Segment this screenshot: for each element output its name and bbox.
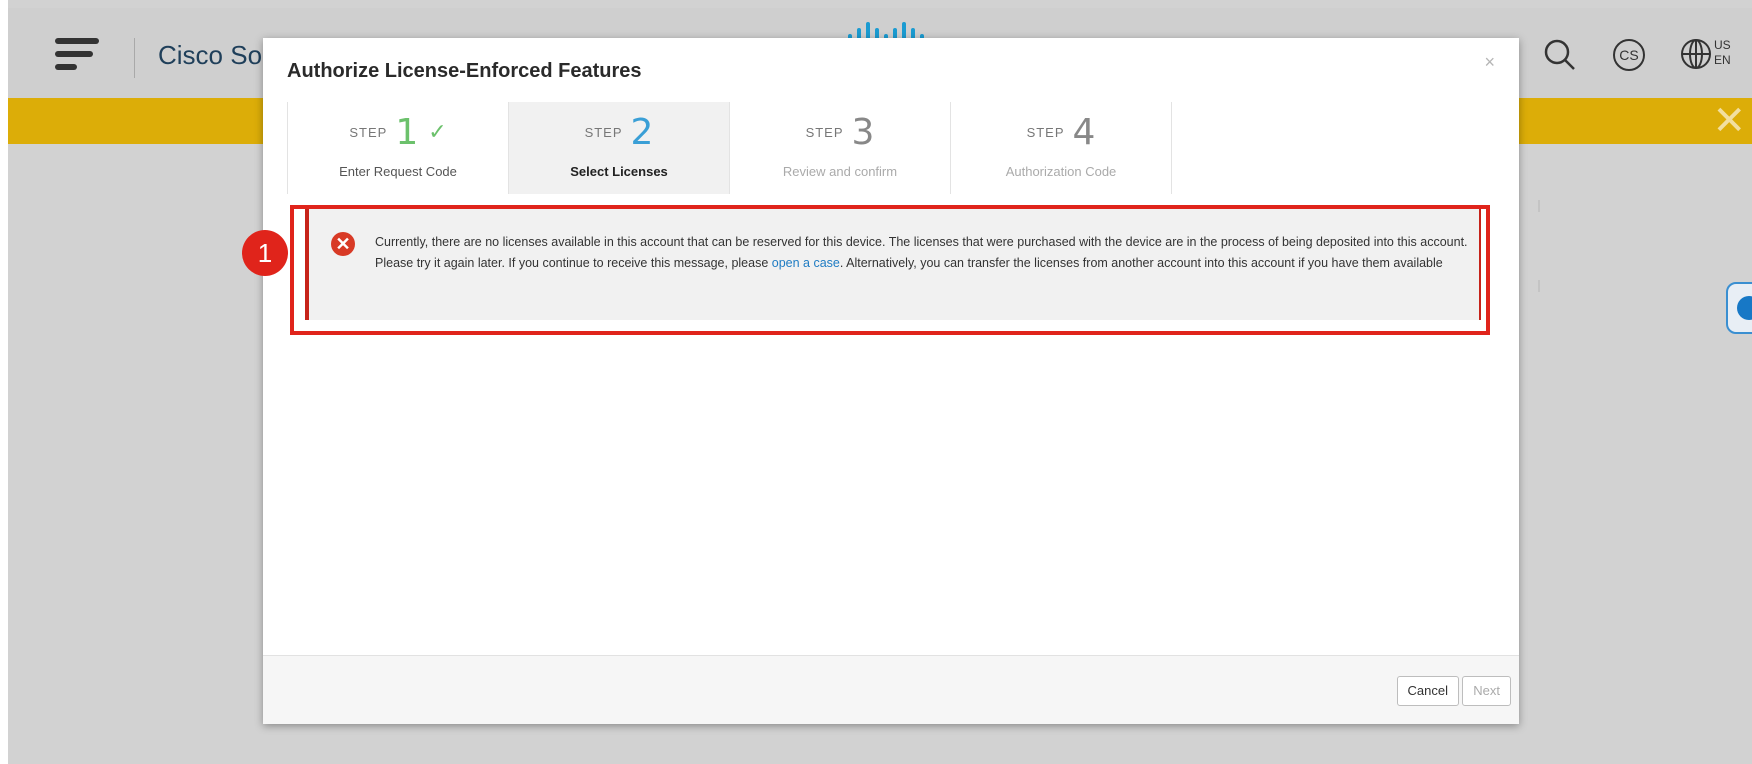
- step-3: STEP 3 Review and confirm: [730, 102, 951, 194]
- annotation-highlight-box: [290, 205, 1490, 335]
- chat-icon: [1737, 296, 1752, 320]
- step-number: 4: [1072, 111, 1096, 153]
- step-word: STEP: [1026, 124, 1065, 140]
- step-word: STEP: [805, 124, 844, 140]
- cancel-button[interactable]: Cancel: [1396, 676, 1459, 706]
- step-number: 1: [395, 111, 419, 153]
- step-number: 3: [851, 111, 875, 153]
- background-mark: [1538, 200, 1540, 212]
- step-word: STEP: [349, 124, 388, 140]
- step-1[interactable]: STEP 1 ✓ Enter Request Code: [287, 102, 509, 194]
- banner-close-icon[interactable]: ✕: [1712, 101, 1746, 141]
- step-2[interactable]: STEP 2 Select Licenses: [509, 102, 730, 194]
- chat-widget-button[interactable]: [1726, 282, 1752, 334]
- locale-country: US: [1714, 38, 1731, 52]
- user-avatar[interactable]: CS: [1612, 38, 1646, 72]
- wizard-steps: STEP 1 ✓ Enter Request Code STEP 2 Selec…: [287, 102, 1172, 194]
- locale-language: EN: [1714, 53, 1731, 67]
- search-icon[interactable]: [1543, 38, 1577, 72]
- brand-title: Cisco So: [158, 40, 263, 70]
- next-button[interactable]: Next: [1462, 676, 1511, 706]
- language-selector[interactable]: US EN: [1680, 38, 1740, 72]
- step-word: STEP: [584, 124, 623, 140]
- step-label: Select Licenses: [570, 164, 668, 179]
- step-number: 2: [630, 111, 654, 153]
- checkmark-icon: ✓: [428, 119, 447, 144]
- dialog-footer: Cancel Next: [263, 655, 1519, 724]
- step-label: Enter Request Code: [339, 164, 457, 179]
- dialog-title: Authorize License-Enforced Features: [287, 60, 642, 82]
- step-4: STEP 4 Authorization Code: [951, 102, 1172, 194]
- annotation-number-badge: 1: [242, 230, 288, 276]
- close-icon[interactable]: ×: [1484, 52, 1495, 73]
- header-divider: [134, 38, 135, 78]
- authorize-dialog: Authorize License-Enforced Features × ST…: [263, 38, 1519, 724]
- step-label: Authorization Code: [1005, 164, 1117, 179]
- step-label: Review and confirm: [782, 164, 898, 179]
- menu-icon[interactable]: [55, 38, 99, 74]
- globe-icon: [1681, 39, 1711, 69]
- user-initials: CS: [1619, 47, 1639, 63]
- background-mark: [1538, 280, 1540, 292]
